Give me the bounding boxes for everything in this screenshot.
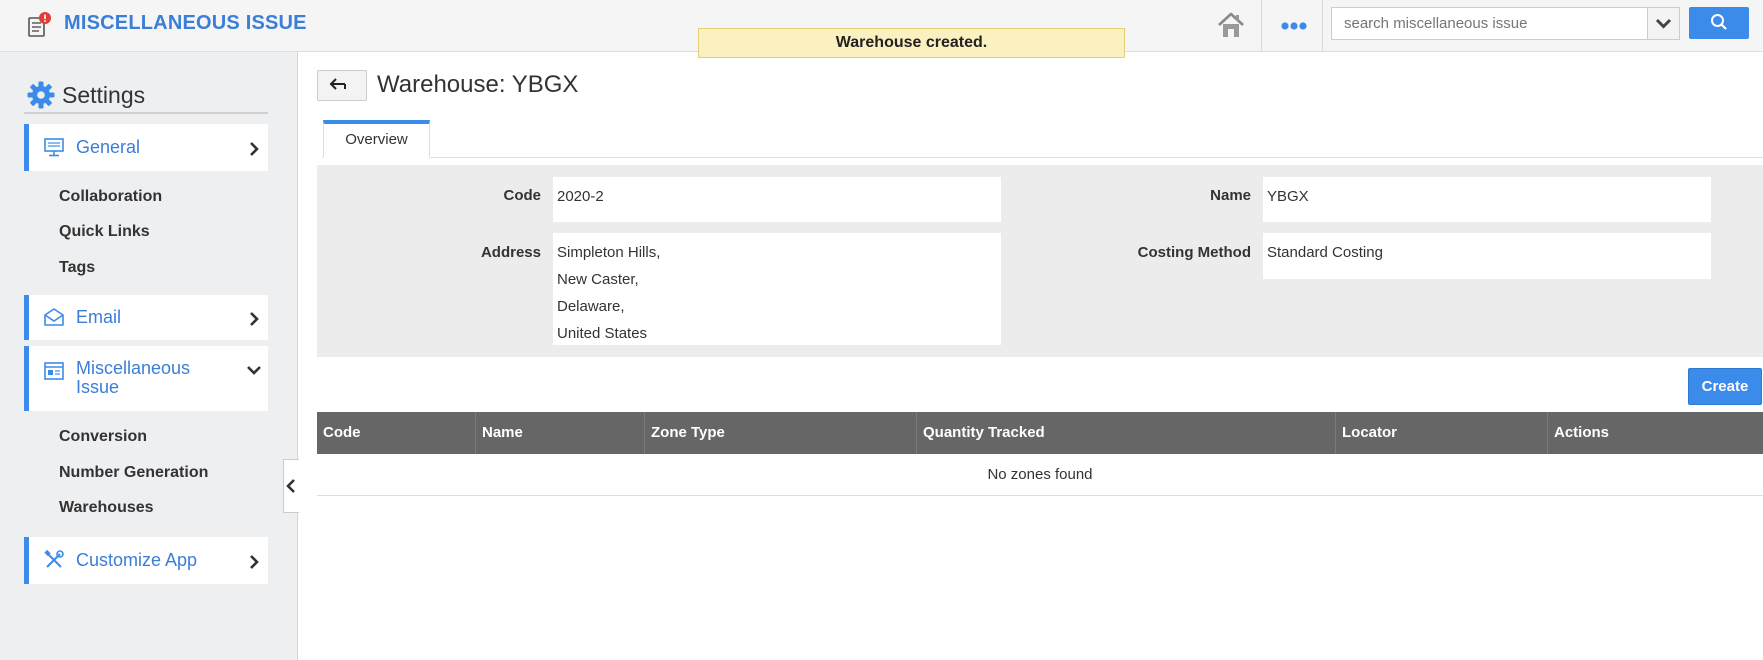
- column-header-zone-type[interactable]: Zone Type: [645, 412, 917, 454]
- header-divider: [1261, 0, 1262, 52]
- address-line: Simpleton Hills,: [557, 244, 661, 261]
- address-line: United States: [557, 325, 648, 342]
- code-label: Code: [503, 187, 542, 204]
- settings-header: Settings: [24, 76, 268, 114]
- column-header-quantity-tracked[interactable]: Quantity Tracked: [917, 412, 1336, 454]
- address-line: Delaware,: [557, 298, 625, 315]
- chevron-left-icon: [286, 479, 295, 493]
- gear-icon: [26, 80, 56, 110]
- sidebar-item-miscellaneous-issue[interactable]: Miscellaneous Issue: [24, 346, 268, 411]
- more-options-icon[interactable]: [1278, 14, 1310, 38]
- chevron-right-icon: [246, 554, 262, 570]
- sidebar: Settings General Collaboration Quick Lin…: [0, 52, 298, 660]
- sidebar-subitem-collaboration[interactable]: Collaboration: [59, 188, 162, 206]
- sidebar-item-label: Miscellaneous Issue: [76, 358, 191, 397]
- chevron-right-icon: [246, 311, 262, 327]
- search-dropdown-button[interactable]: [1647, 7, 1680, 40]
- monitor-icon: [43, 136, 65, 158]
- back-button[interactable]: [317, 70, 367, 101]
- sidebar-item-general[interactable]: General: [24, 124, 268, 171]
- sidebar-item-email[interactable]: Email: [24, 295, 268, 340]
- sidebar-item-customize-app[interactable]: Customize App: [24, 537, 268, 584]
- sidebar-subitem-conversion[interactable]: Conversion: [59, 428, 147, 446]
- sidebar-subitem-quick-links[interactable]: Quick Links: [59, 223, 150, 241]
- search-input[interactable]: [1331, 7, 1648, 40]
- tab-overview[interactable]: Overview: [323, 120, 430, 158]
- costing-method-label: Costing Method: [1137, 244, 1251, 261]
- column-header-actions: Actions: [1554, 424, 1610, 441]
- sidebar-item-label: Customize App: [76, 550, 198, 570]
- search-icon: [1711, 13, 1727, 30]
- sidebar-item-label: Email: [76, 307, 122, 327]
- empty-table-message: No zones found: [317, 454, 1763, 496]
- address-label: Address: [480, 244, 541, 261]
- settings-title: Settings: [62, 82, 146, 108]
- code-value: 2020-2: [553, 177, 1001, 222]
- toast-message: Warehouse created.: [698, 28, 1125, 58]
- name-value: YBGX: [1263, 177, 1711, 222]
- chevron-down-icon: [1655, 18, 1672, 29]
- page-title: Warehouse: YBGX: [377, 71, 579, 98]
- window-icon: [43, 360, 65, 382]
- sidebar-subitem-number-generation[interactable]: Number Generation: [59, 464, 208, 482]
- arrow-left-icon: [329, 78, 346, 90]
- search-button[interactable]: [1689, 7, 1749, 39]
- sidebar-subitem-tags[interactable]: Tags: [59, 259, 95, 277]
- tools-icon: [43, 549, 65, 571]
- home-icon[interactable]: [1215, 9, 1247, 41]
- header-divider: [1322, 0, 1323, 52]
- app-logo-icon: [26, 12, 52, 38]
- sidebar-subitem-warehouses[interactable]: Warehouses: [59, 499, 154, 517]
- sidebar-item-label: General: [76, 137, 141, 157]
- costing-method-value: Standard Costing: [1263, 233, 1711, 279]
- chevron-down-icon: [246, 362, 262, 378]
- column-header-locator[interactable]: Locator: [1336, 412, 1548, 454]
- create-button[interactable]: Create: [1688, 368, 1762, 405]
- app-title: MISCELLANEOUS ISSUE: [64, 12, 307, 34]
- tabs-divider: [322, 157, 1763, 158]
- overview-panel: Code 2020-2 Name YBGX Address Simpleton …: [317, 165, 1763, 357]
- zones-table-header: Code Name Zone Type Quantity Tracked Loc…: [317, 412, 1763, 454]
- envelope-icon: [43, 306, 65, 328]
- address-value: Simpleton Hills, New Caster, Delaware, U…: [553, 233, 1001, 345]
- column-header-name[interactable]: Name: [476, 412, 645, 454]
- column-header-code[interactable]: Code: [317, 412, 476, 454]
- sidebar-collapse-button[interactable]: [283, 459, 299, 513]
- chevron-right-icon: [246, 141, 262, 157]
- address-line: New Caster,: [557, 271, 639, 288]
- name-label: Name: [1210, 187, 1251, 204]
